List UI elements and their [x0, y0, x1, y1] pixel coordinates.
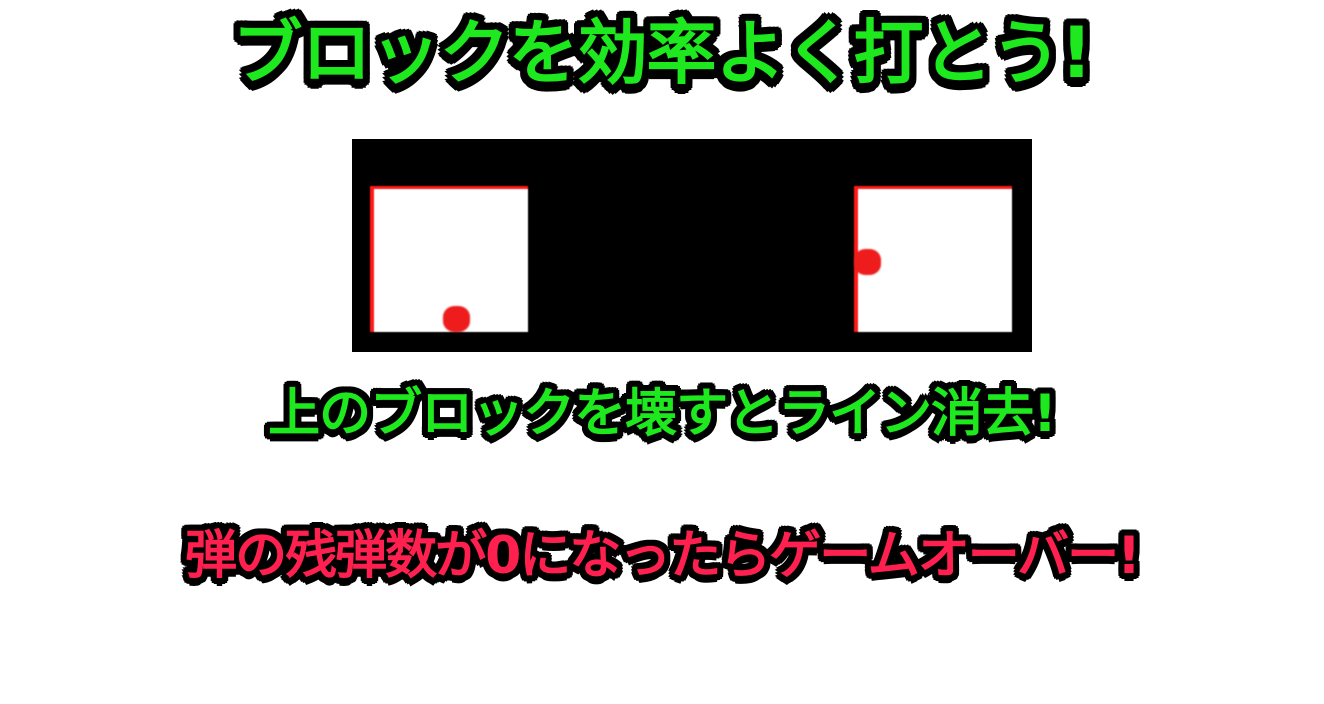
- ball-icon: [854, 249, 881, 275]
- gameplay-illustration: [352, 139, 1032, 352]
- line-clear-instruction: 上のブロックを壊すとライン消去!: [268, 384, 1057, 444]
- title-text: ブロックを効率よく打とう!: [232, 12, 1093, 94]
- ball-icon: [443, 306, 470, 332]
- block-panel-left: [370, 186, 528, 332]
- block-panel-right: [854, 186, 1012, 332]
- game-over-instruction: 弾の残弾数が0になったらゲームオーバー!: [185, 526, 1141, 586]
